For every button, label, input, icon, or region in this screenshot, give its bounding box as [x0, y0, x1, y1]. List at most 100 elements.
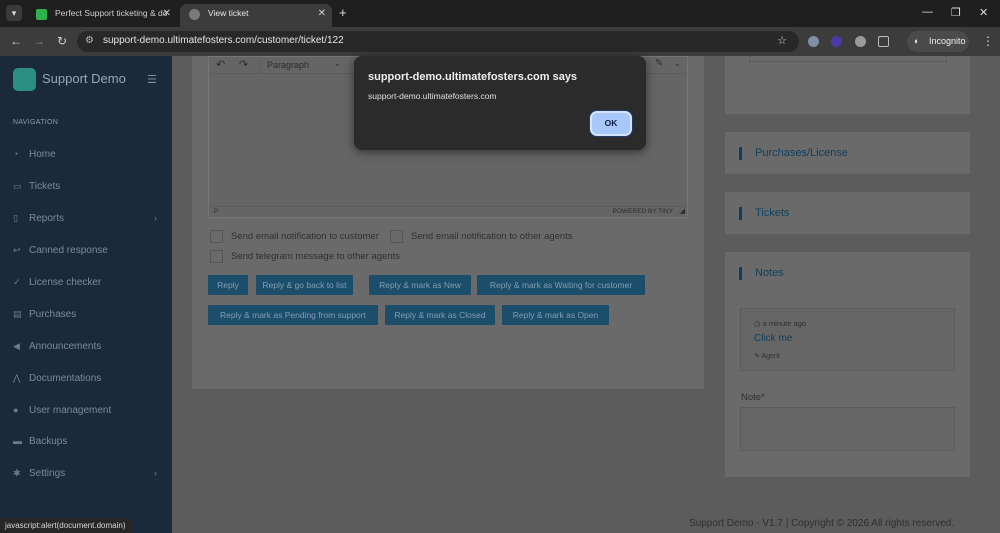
sidebar-item-label: Backups: [29, 436, 68, 447]
email-customer-checkbox[interactable]: [210, 230, 223, 243]
note-textarea[interactable]: [740, 407, 955, 451]
sidebar-item-label: Purchases: [29, 309, 77, 320]
reply-mark-open-button[interactable]: Reply & mark as Open: [502, 305, 609, 325]
editor-statusbar: P POWERED BY TINY ◢: [209, 206, 687, 217]
sidebar-item-backups[interactable]: ▬ Backups: [13, 436, 163, 450]
sidebar-item-purchases[interactable]: ▤ Purchases: [13, 309, 163, 323]
site-info-icon[interactable]: ⚙: [85, 35, 94, 46]
restore-icon[interactable]: ❐: [951, 6, 961, 19]
note-label: Note*: [741, 392, 765, 403]
sidebar-item-tickets[interactable]: ▭ Tickets: [13, 181, 163, 195]
url-text[interactable]: support-demo.ultimatefosters.com/custome…: [103, 35, 344, 46]
element-path[interactable]: P: [214, 208, 218, 215]
note-link[interactable]: Click me: [754, 333, 792, 344]
file-icon: ▯: [13, 213, 18, 223]
chevron-right-icon: ›: [154, 468, 157, 478]
block-format-select[interactable]: Paragraph: [267, 60, 309, 70]
tab-perfect-support[interactable]: Perfect Support ticketing & do ✕: [27, 4, 177, 27]
sidebar-item-home[interactable]: ◔ Home: [13, 149, 163, 163]
note-timestamp: ◷ a minute ago: [754, 319, 807, 328]
nav-heading: NAVIGATION: [13, 119, 59, 126]
database-icon: ▬: [13, 436, 22, 446]
sidebar-item-announcements[interactable]: ◀ Announcements: [13, 341, 163, 355]
extensions-puzzle-icon[interactable]: [878, 36, 889, 47]
reload-icon[interactable]: ↻: [57, 34, 67, 48]
tab-view-ticket[interactable]: View ticket ✕: [180, 4, 332, 27]
reply-icon: ↩: [13, 245, 21, 255]
site-favicon: [36, 9, 47, 20]
reply-mark-waiting-button[interactable]: Reply & mark as Waiting for customer: [477, 275, 645, 295]
new-tab-button[interactable]: +: [339, 5, 347, 20]
notes-panel: Notes ◷ a minute ago Click me ✎ Agent No…: [725, 252, 970, 477]
sidebar-item-reports[interactable]: ▯ Reports ›: [13, 213, 163, 227]
extension-icon[interactable]: [855, 36, 866, 47]
reply-mark-closed-button[interactable]: Reply & mark as Closed: [385, 305, 495, 325]
gear-icon: ✱: [13, 468, 21, 478]
undo-icon[interactable]: ↶: [216, 58, 225, 71]
forward-icon[interactable]: →: [33, 34, 45, 48]
chevron-down-icon[interactable]: ⌄: [334, 59, 341, 68]
purchases-panel[interactable]: Purchases/License: [725, 132, 970, 174]
close-tab-icon[interactable]: ✕: [163, 4, 171, 23]
email-customer-option[interactable]: Send email notification to customer: [210, 230, 379, 243]
page-footer: Support Demo - V1.7 | Copyright © 2026 A…: [689, 518, 955, 529]
sidebar-item-label: License checker: [29, 277, 102, 288]
sidebar-item-license-checker[interactable]: ✓ License checker: [13, 277, 163, 291]
sidebar-item-label: User management: [29, 405, 112, 416]
menu-toggle-icon[interactable]: ☰: [147, 73, 157, 86]
sidebar-item-label: Reports: [29, 213, 65, 224]
address-bar[interactable]: ⚙ support-demo.ultimatefosters.com/custo…: [77, 31, 799, 52]
resize-handle-icon[interactable]: ◢: [680, 207, 685, 215]
panel-title[interactable]: Tickets: [739, 207, 789, 220]
option-label: Send email notification to customer: [231, 231, 379, 243]
panel-title[interactable]: Purchases/License: [739, 147, 848, 160]
minimize-icon[interactable]: —: [922, 6, 933, 18]
ok-button[interactable]: OK: [590, 111, 632, 136]
tab-search-button[interactable]: ▾: [6, 5, 22, 21]
check-circle-icon: ✓: [13, 277, 21, 287]
close-window-icon[interactable]: ✕: [979, 6, 988, 19]
reply-mark-pending-button[interactable]: Reply & mark as Pending from support: [208, 305, 378, 325]
telegram-checkbox[interactable]: [210, 250, 223, 263]
chevron-down-icon[interactable]: ⌄: [674, 59, 681, 68]
sidebar-item-user-management[interactable]: ● User management: [13, 405, 163, 419]
sidebar-item-documentations[interactable]: ⋀ Documentations: [13, 373, 163, 387]
close-tab-icon[interactable]: ✕: [318, 4, 326, 23]
reply-button[interactable]: Reply: [208, 275, 248, 295]
customer-info-card: [725, 56, 970, 114]
sidebar-item-label: Settings: [29, 468, 66, 479]
option-label: Send telegram message to other agents: [231, 251, 400, 263]
browser-toolbar: ← → ↻ ⚙ support-demo.ultimatefosters.com…: [0, 27, 1000, 56]
browser-menu-icon[interactable]: ⋮: [982, 34, 994, 48]
bookmark-star-icon[interactable]: ☆: [777, 34, 787, 47]
chart-icon: ⋀: [13, 373, 21, 383]
extension-icon[interactable]: [831, 36, 842, 47]
sidebar-item-canned-response[interactable]: ↩ Canned response: [13, 245, 163, 259]
brand-logo: [13, 68, 36, 91]
highlight-pen-icon[interactable]: ✎: [655, 58, 663, 69]
sidebar-item-label: Canned response: [29, 245, 108, 256]
link-status-bar: javascript:alert(document.domain): [0, 518, 131, 533]
extension-icon[interactable]: [808, 36, 819, 47]
alert-dialog: support-demo.ultimatefosters.com says su…: [354, 56, 646, 150]
tiny-branding[interactable]: POWERED BY TINY: [613, 208, 673, 215]
email-agents-option[interactable]: Send email notification to other agents: [390, 230, 573, 243]
toolbar-divider: [259, 57, 260, 73]
reply-go-back-button[interactable]: Reply & go back to list: [256, 275, 353, 295]
ticket-icon: ▭: [13, 181, 22, 191]
telegram-option[interactable]: Send telegram message to other agents: [210, 250, 400, 263]
sidebar-item-settings[interactable]: ✱ Settings ›: [13, 468, 163, 482]
tab-title: View ticket: [208, 8, 249, 18]
tab-title: Perfect Support ticketing & do: [55, 8, 168, 18]
back-icon[interactable]: ←: [10, 34, 22, 48]
panel-title: Notes: [739, 267, 784, 280]
incognito-label: Incognito: [929, 36, 966, 46]
tickets-panel[interactable]: Tickets: [725, 192, 970, 234]
incognito-icon: ◐: [914, 36, 920, 46]
cart-icon: ▤: [13, 309, 22, 319]
email-agents-checkbox[interactable]: [390, 230, 403, 243]
incognito-badge[interactable]: ◐ Incognito: [907, 31, 969, 52]
redo-icon[interactable]: ↷: [239, 58, 248, 71]
reply-mark-new-button[interactable]: Reply & mark as New: [369, 275, 471, 295]
option-label: Send email notification to other agents: [411, 231, 573, 243]
